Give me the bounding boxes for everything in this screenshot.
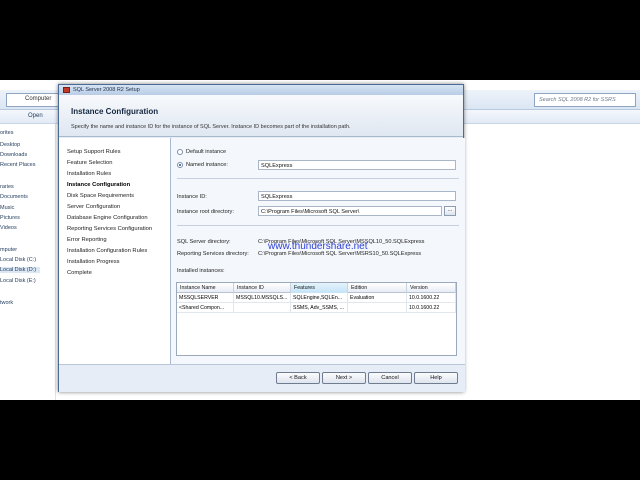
named-instance-input[interactable]: SQLExpress bbox=[258, 160, 456, 170]
nav-item-computer[interactable]: mputer bbox=[0, 247, 17, 253]
nav-item-favorites[interactable]: orites bbox=[0, 130, 13, 136]
nav-item-disk-c[interactable]: Local Disk (C:) bbox=[0, 257, 36, 263]
grid-header: Instance Name Instance ID Features Editi… bbox=[177, 283, 456, 293]
cell-version: 10.0.1600.22 bbox=[407, 293, 456, 303]
address-box[interactable]: Computer bbox=[6, 93, 66, 107]
cell-edition bbox=[348, 303, 407, 313]
step-feature-selection[interactable]: Feature Selection bbox=[67, 160, 112, 166]
step-error-reporting[interactable]: Error Reporting bbox=[67, 237, 107, 243]
step-disk-space[interactable]: Disk Space Requirements bbox=[67, 193, 134, 199]
col-version[interactable]: Version bbox=[407, 283, 456, 293]
instance-id-input[interactable]: SQLExpress bbox=[258, 191, 456, 201]
explorer-nav-pane: orites Desktop Downloads Recent Places r… bbox=[0, 124, 56, 400]
sql-dir-label: SQL Server directory: bbox=[177, 239, 231, 245]
root-dir-input[interactable]: C:\Program Files\Microsoft SQL Server\ bbox=[258, 206, 442, 216]
nav-item-pictures[interactable]: Pictures bbox=[0, 215, 20, 221]
search-input[interactable]: Search SQL 2008 R2 for SSRS bbox=[534, 93, 636, 107]
sql-server-icon bbox=[63, 87, 70, 93]
step-reporting-services[interactable]: Reporting Services Configuration bbox=[67, 226, 152, 232]
explorer-content bbox=[466, 124, 640, 400]
nav-item-recent[interactable]: Recent Places bbox=[0, 162, 35, 168]
col-edition[interactable]: Edition bbox=[348, 283, 407, 293]
cell-features: SSMS, Adv_SSMS, ... bbox=[291, 303, 348, 313]
named-instance-label: Named instance: bbox=[186, 162, 228, 168]
nav-item-music[interactable]: Music bbox=[0, 205, 14, 211]
nav-item-documents[interactable]: Documents bbox=[0, 194, 28, 200]
col-instance-id[interactable]: Instance ID bbox=[234, 283, 291, 293]
cancel-button[interactable]: Cancel bbox=[368, 372, 412, 384]
installed-instances-grid[interactable]: Instance Name Instance ID Features Editi… bbox=[176, 282, 457, 356]
watermark: www.thundershare.net bbox=[268, 241, 368, 252]
cell-edition: Evaluation bbox=[348, 293, 407, 303]
nav-item-libraries[interactable]: raries bbox=[0, 184, 14, 190]
rs-dir-label: Reporting Services directory: bbox=[177, 251, 249, 257]
cell-version: 10.0.1600.22 bbox=[407, 303, 456, 313]
table-row[interactable]: MSSQLSERVER MSSQL10.MSSQLS... SQLEngine,… bbox=[177, 293, 456, 303]
divider bbox=[177, 225, 459, 226]
step-server-configuration[interactable]: Server Configuration bbox=[67, 204, 120, 210]
nav-item-disk-d[interactable]: Local Disk (D:) bbox=[0, 267, 40, 273]
col-instance-name[interactable]: Instance Name bbox=[177, 283, 234, 293]
dialog-titlebar: SQL Server 2008 R2 Setup bbox=[59, 85, 463, 95]
cell-instance-id: MSSQL10.MSSQLS... bbox=[234, 293, 291, 303]
cell-instance-name: <Shared Compon... bbox=[177, 303, 234, 313]
step-instance-configuration[interactable]: Instance Configuration bbox=[67, 182, 130, 188]
cell-features: SQLEngine,SQLEn... bbox=[291, 293, 348, 303]
help-button[interactable]: Help bbox=[414, 372, 458, 384]
page-subtitle: Specify the name and instance ID for the… bbox=[71, 124, 351, 130]
next-button[interactable]: Next > bbox=[322, 372, 366, 384]
named-instance-radio[interactable] bbox=[177, 162, 183, 168]
page-title: Instance Configuration bbox=[71, 107, 159, 116]
setup-dialog: SQL Server 2008 R2 Setup Instance Config… bbox=[58, 84, 465, 392]
nav-item-downloads[interactable]: Downloads bbox=[0, 152, 27, 158]
dialog-header: Instance Configuration Specify the name … bbox=[59, 95, 463, 137]
nav-item-disk-e[interactable]: Local Disk (E:) bbox=[0, 278, 36, 284]
step-installation-rules[interactable]: Installation Rules bbox=[67, 171, 111, 177]
dialog-footer: < Back Next > Cancel Help bbox=[59, 364, 465, 392]
open-button[interactable]: Open bbox=[28, 113, 43, 119]
installed-instances-label: Installed instances: bbox=[177, 268, 225, 274]
step-setup-support-rules[interactable]: Setup Support Rules bbox=[67, 149, 121, 155]
step-installation-progress[interactable]: Installation Progress bbox=[67, 259, 120, 265]
default-instance-radio[interactable] bbox=[177, 149, 183, 155]
default-instance-label: Default instance bbox=[186, 149, 227, 155]
divider bbox=[177, 178, 459, 179]
steps-nav: Setup Support Rules Feature Selection In… bbox=[59, 138, 171, 364]
step-database-engine[interactable]: Database Engine Configuration bbox=[67, 215, 148, 221]
step-complete[interactable]: Complete bbox=[67, 270, 92, 276]
nav-item-desktop[interactable]: Desktop bbox=[0, 142, 20, 148]
col-features[interactable]: Features bbox=[291, 283, 348, 293]
root-dir-label: Instance root directory: bbox=[177, 209, 234, 215]
step-installation-config-rules[interactable]: Installation Configuration Rules bbox=[67, 248, 147, 254]
back-button[interactable]: < Back bbox=[276, 372, 320, 384]
nav-item-network[interactable]: twork bbox=[0, 300, 13, 306]
cell-instance-id bbox=[234, 303, 291, 313]
instance-id-label: Instance ID: bbox=[177, 194, 207, 200]
table-row[interactable]: <Shared Compon... SSMS, Adv_SSMS, ... 10… bbox=[177, 303, 456, 313]
nav-item-videos[interactable]: Videos bbox=[0, 225, 17, 231]
dialog-title: SQL Server 2008 R2 Setup bbox=[73, 87, 140, 93]
cell-instance-name: MSSQLSERVER bbox=[177, 293, 234, 303]
browse-button[interactable]: ... bbox=[444, 206, 456, 216]
